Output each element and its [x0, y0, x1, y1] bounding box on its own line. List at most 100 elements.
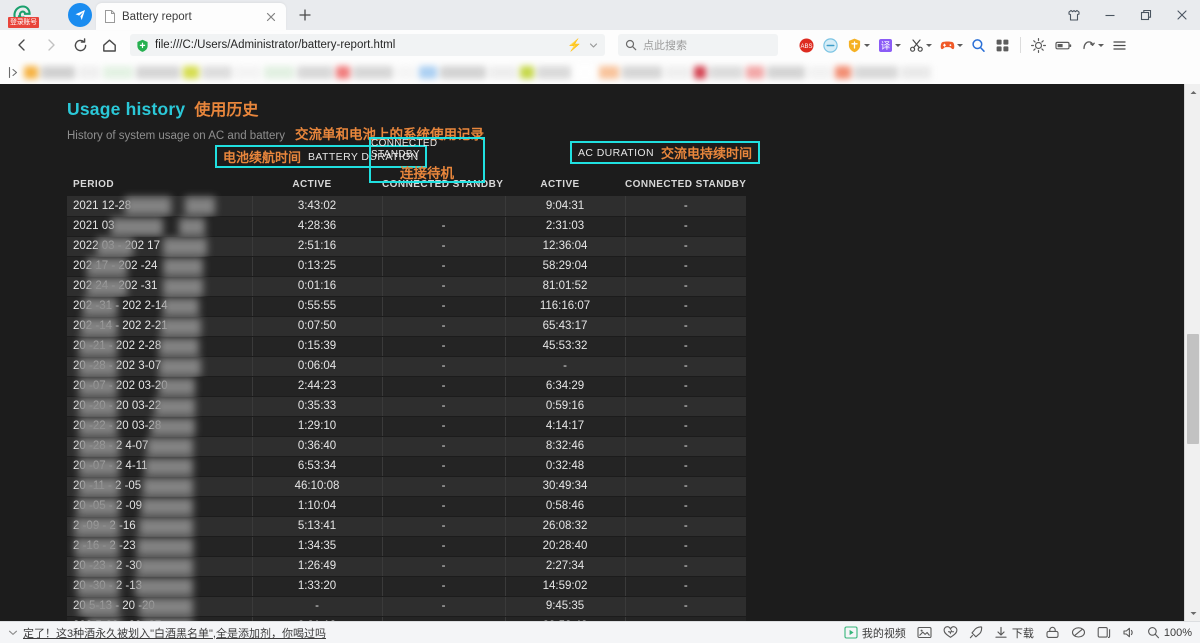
scrollbar-thumb[interactable] [1187, 334, 1199, 444]
period-cell: 202 -14 - 202 2-21 [67, 316, 252, 336]
tab-battery-report[interactable]: Battery report [96, 3, 286, 30]
chevron-down-icon[interactable] [895, 44, 901, 47]
chevron-down-icon[interactable] [1098, 44, 1104, 47]
close-button[interactable] [1164, 0, 1200, 30]
zoom-level-control[interactable]: 100% [1147, 626, 1192, 639]
chevron-down-icon[interactable] [926, 44, 932, 47]
bookmark-item[interactable] [41, 66, 75, 79]
apps-grid-icon[interactable] [991, 32, 1014, 58]
bookmark-item[interactable] [808, 66, 832, 79]
window-split-item[interactable] [1097, 626, 1111, 639]
bookmark-item[interactable] [746, 66, 764, 79]
home-button[interactable] [95, 32, 123, 58]
forward-button[interactable] [37, 32, 65, 58]
ac-active-cell: 45:53:32 [505, 336, 625, 356]
brightness-icon[interactable] [1027, 32, 1050, 58]
my-video-item[interactable]: 我的视频 [844, 625, 906, 641]
menu-icon[interactable] [1108, 32, 1131, 58]
bookmark-item[interactable] [694, 66, 706, 79]
search-box[interactable]: 点此搜索 [618, 34, 778, 56]
bookmark-item[interactable] [574, 66, 596, 79]
favorites-item[interactable] [943, 626, 958, 639]
column-header-ac-standby: CONNECTED STANDBY [625, 174, 746, 196]
news-ticker[interactable]: 定了！这3种酒永久被划入"白酒黑名单",全是添加剂，你喝过吗 [8, 625, 844, 641]
chevron-down-icon[interactable] [588, 40, 599, 51]
sound-item[interactable] [1122, 626, 1136, 639]
bookmark-item[interactable] [136, 66, 180, 79]
adblock-icon[interactable]: ABS [795, 32, 818, 58]
battery-icon[interactable] [1051, 32, 1076, 58]
bookmark-item[interactable] [901, 66, 931, 79]
battery-standby-cell: - [382, 456, 505, 476]
security-shield-icon[interactable] [843, 32, 873, 58]
redacted-region [163, 278, 203, 296]
chevron-collapse-icon[interactable] [8, 628, 18, 638]
bookmark-item[interactable] [709, 66, 743, 79]
restore-session-icon[interactable] [1077, 32, 1107, 58]
bookmark-item[interactable] [835, 66, 851, 79]
bookmark-panel-icon[interactable] [4, 62, 24, 82]
bookmark-item[interactable] [665, 66, 691, 79]
bookmark-item[interactable] [489, 66, 517, 79]
bookmarks-list-blurred[interactable] [24, 64, 1196, 81]
close-icon[interactable] [264, 10, 278, 24]
ac-active-cell: 20:28:40 [505, 536, 625, 556]
ac-standby-cell: - [625, 616, 746, 621]
news-text[interactable]: 定了！这3种酒永久被划入"白酒黑名单",全是添加剂，你喝过吗 [23, 625, 326, 641]
bookmark-item[interactable] [264, 66, 294, 79]
ac-active-cell: 81:01:52 [505, 276, 625, 296]
bookmark-item[interactable] [297, 66, 333, 79]
bookmark-item[interactable] [103, 66, 133, 79]
period-cell: 2021 12-28 [67, 196, 252, 216]
magnifier-icon[interactable] [967, 32, 990, 58]
chevron-down-icon[interactable] [864, 44, 870, 47]
back-button[interactable] [8, 32, 36, 58]
window-icon [1097, 626, 1111, 639]
skin-button[interactable] [1056, 0, 1092, 30]
bookmark-item[interactable] [336, 66, 350, 79]
cleaner-item[interactable] [1071, 626, 1086, 639]
login-badge[interactable]: 登录账号 [8, 17, 39, 28]
bookmark-item[interactable] [599, 66, 619, 79]
ac-active-cell: 8:32:46 [505, 436, 625, 456]
period-cell: 2022 03 - 202 17 [67, 236, 252, 256]
chevron-down-icon[interactable] [957, 44, 963, 47]
bookmark-item[interactable] [183, 66, 199, 79]
speed-item[interactable] [969, 626, 983, 639]
lightning-icon[interactable]: ⚡ [567, 38, 582, 52]
screenshot-item[interactable] [917, 626, 932, 639]
vpn-item[interactable] [1045, 626, 1060, 639]
download-item[interactable]: 下载 [994, 625, 1034, 641]
restore-button[interactable] [1128, 0, 1164, 30]
url-bar[interactable]: file:///C:/Users/Administrator/battery-r… [130, 34, 605, 56]
bookmark-item[interactable] [78, 66, 100, 79]
translate-icon[interactable]: 译 [874, 32, 904, 58]
games-icon[interactable] [936, 32, 966, 58]
battery-active-cell: 0:01:16 [252, 276, 382, 296]
bookmark-item[interactable] [520, 66, 534, 79]
scissors-icon[interactable] [905, 32, 935, 58]
bookmark-item[interactable] [440, 66, 486, 79]
minus-circle-icon[interactable] [819, 32, 842, 58]
minimize-button[interactable] [1092, 0, 1128, 30]
navigator-button[interactable] [68, 3, 92, 27]
new-tab-button[interactable] [292, 2, 318, 28]
page-scrollbar[interactable] [1184, 84, 1200, 621]
bookmark-item[interactable] [202, 66, 232, 79]
bookmark-item[interactable] [767, 66, 805, 79]
bookmark-item[interactable] [419, 66, 437, 79]
bookmark-item[interactable] [235, 66, 261, 79]
scroll-up-button[interactable] [1185, 84, 1200, 100]
bookmark-item[interactable] [353, 66, 393, 79]
reload-button[interactable] [66, 32, 94, 58]
bookmark-item[interactable] [537, 66, 571, 79]
period-cell: 2 -09 - 2 -16 [67, 516, 252, 536]
redacted-region [141, 618, 193, 622]
bookmark-item[interactable] [396, 66, 416, 79]
bookmark-item[interactable] [622, 66, 662, 79]
shield-plus-icon [136, 39, 149, 52]
bookmark-item[interactable] [854, 66, 898, 79]
back-arrow-icon [14, 37, 30, 53]
bookmark-item[interactable] [24, 66, 38, 79]
scroll-down-button[interactable] [1185, 605, 1200, 621]
